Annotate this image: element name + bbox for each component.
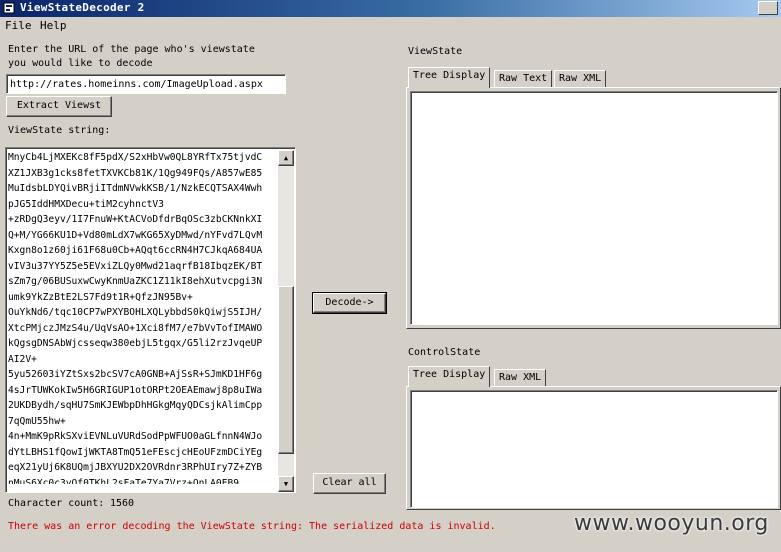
- error-status-text: There was an error decoding the ViewStat…: [8, 521, 496, 532]
- clear-all-button[interactable]: Clear all: [313, 473, 386, 494]
- char-count-value: 1560: [110, 498, 135, 509]
- viewstate-line: MuIdsbLDYQivBRjiITdmNVwkKSB/1/NzkECQTSAX…: [8, 183, 263, 194]
- viewstate-line: 7qQmU55hw+: [8, 415, 66, 427]
- controlstate-tab-panel: [406, 386, 781, 510]
- app-icon: [3, 2, 15, 14]
- viewstate-line: kQgsgDNSAbWjcsseqw380ebjL5tgqx/G5li2rzJv…: [8, 338, 263, 349]
- viewstate-line: MnyCb4LjMXEKc8fF5pdX/S2xHbVw0QL8YRfTx75t…: [8, 152, 263, 163]
- extract-viewstate-button[interactable]: Extract Viewst: [6, 96, 112, 117]
- viewstate-line: umk9YkZzBtE2LS7Fd9t1R+QfzJN95Bv+: [8, 291, 193, 303]
- window-title: ViewStateDecoder 2: [20, 1, 145, 14]
- watermark-text: www.wooyun.org: [574, 511, 769, 536]
- viewstate-string-label: ViewState string:: [8, 125, 111, 136]
- tab-viewstate-raw-xml[interactable]: Raw XML: [554, 70, 607, 88]
- viewstate-line: Kxgn8o1z60ji61F68u0Cb+AQqt6ccRN4H7CJkqA6…: [8, 245, 263, 256]
- viewstate-line: dYtLBHS1fQowIjWKTA8TmQ51eFEscjcHEoUFzmDC…: [8, 446, 263, 458]
- tab-viewstate-raw-text[interactable]: Raw Text: [494, 70, 553, 88]
- viewstate-line: vIV3u37YY5Z5e5EVxiZLQy0Mwd21aqrfB18IbqzE…: [8, 260, 263, 272]
- viewstate-line: +zRDgQ3eyv/1I7FnuW+KtACVoDfdrBqOSc3zbCKN…: [8, 214, 263, 225]
- viewstate-tree-view[interactable]: [410, 91, 778, 325]
- scroll-down-button[interactable]: ▼: [278, 476, 294, 492]
- viewstate-line: Q+M/YG66KU1D+Vd80mLdX7wKG65XyDMwd/nYFvd7…: [8, 229, 263, 241]
- tab-controlstate-raw-xml[interactable]: Raw XML: [494, 369, 547, 387]
- url-prompt-line1: Enter the URL of the page who's viewstat…: [8, 44, 255, 55]
- viewstate-textarea[interactable]: MnyCb4LjMXEKc8fF5pdX/S2xHbVw0QL8YRfTx75t…: [5, 147, 296, 493]
- decode-button[interactable]: Decode->: [312, 292, 387, 314]
- scrollbar-thumb[interactable]: [278, 286, 294, 454]
- controlstate-tree-view[interactable]: [410, 390, 778, 508]
- viewstate-line: AI2V+: [8, 353, 37, 365]
- viewstate-line: 2UKDBydh/sqHU7SmKJEWbpDhHGkgMqyQDCsjkAli…: [8, 400, 263, 411]
- viewstate-line: pJG5IddHMXDecu+tiM2cyhnctV3: [8, 198, 164, 210]
- viewstate-line: OuYkNd6/tqc10CP7wPXYBOHLXQLybbdS0kQiwjS5…: [8, 307, 263, 318]
- viewstate-line: eqX21yUj6K8UQmjJBXYU2DX2OVRdnr3RPhUIry7Z…: [8, 462, 263, 473]
- char-count-label: Character count:: [8, 498, 105, 509]
- viewstate-tab-panel: [406, 87, 781, 329]
- viewstate-panel-label: ViewState: [408, 46, 463, 57]
- menu-help[interactable]: Help: [40, 19, 67, 32]
- viewstate-line: sZm7g/06BUSuxwCwyKnmUaZKC1Z11kI8ehXutvcp…: [8, 276, 263, 287]
- url-input[interactable]: [6, 74, 286, 94]
- viewstate-line: nMuS6Xc0c3yQf0TKhL2sFaTe7Ya7Vrz+QnLA0EB9: [8, 477, 240, 485]
- tab-viewstate-tree-display[interactable]: Tree Display: [408, 67, 491, 88]
- controlstate-panel-label: ControlState: [408, 347, 481, 358]
- url-prompt-line2: you would like to decode: [8, 58, 153, 69]
- window-control-button[interactable]: [758, 1, 778, 15]
- viewstate-line: 4sJrTUWKokIw5H6GRIGUP1otORPt2OEAEmawj8p8…: [8, 384, 263, 396]
- scroll-up-button[interactable]: ▲: [278, 150, 294, 166]
- viewstate-line: XZ1JXB3g1cks8fetTXVKCb81K/1Qg949FQs/A857…: [8, 167, 263, 179]
- viewstate-line: 4n+MmK9pRkSXviEVNLuVURdSodPpWFUO0aGLfnnN…: [8, 431, 263, 442]
- menu-file[interactable]: File: [5, 19, 32, 32]
- title-bar[interactable]: ViewStateDecoder 2: [0, 0, 781, 17]
- tab-controlstate-tree-display[interactable]: Tree Display: [408, 366, 491, 387]
- viewstate-line: XtcPMjczJMzS4u/UqVsAO+1Xci8fM7/e7bVvTofI…: [8, 322, 263, 334]
- viewstate-line: 5yu52603iYZtSxs2bcSV7cA0GNB+AjSsR+SJmKD1…: [8, 369, 263, 380]
- viewstate-text: MnyCb4LjMXEKc8fF5pdX/S2xHbVw0QL8YRfTx75t…: [8, 150, 280, 484]
- menu-bar: File Help: [0, 17, 781, 35]
